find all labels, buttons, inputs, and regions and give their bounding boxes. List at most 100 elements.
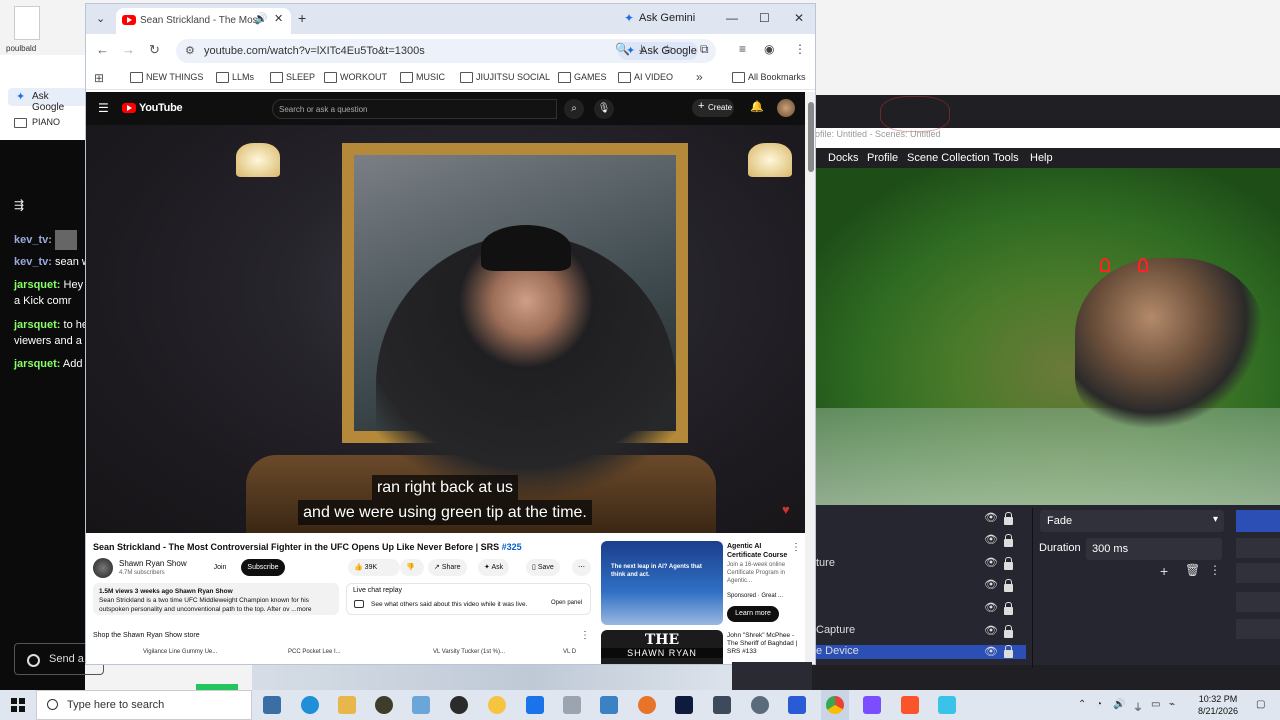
join-button[interactable]: Join <box>207 560 233 576</box>
ad-more-icon[interactable]: ⋮ <box>791 542 801 553</box>
youtube-logo-text[interactable]: YouTube <box>139 102 183 114</box>
lock-icon[interactable] <box>1004 512 1013 525</box>
eye-icon[interactable]: 👁 <box>984 645 998 658</box>
hashtag-link[interactable]: #325 <box>502 542 522 552</box>
maximize-button[interactable]: ☐ <box>759 11 770 25</box>
ask-gemini-button[interactable]: Ask Gemini <box>618 10 698 28</box>
profile-icon[interactable]: ◉ <box>764 42 774 56</box>
apps-grid-icon[interactable]: ⊞ <box>94 71 104 85</box>
clock[interactable]: 10:32 PM 8/21/2026 <box>1190 693 1246 717</box>
tray-chevron-icon[interactable]: ⌃ <box>1078 699 1086 710</box>
close-icon[interactable]: ✕ <box>274 12 283 25</box>
microphone-icon[interactable]: 🎙 <box>594 99 614 119</box>
eye-icon[interactable]: 👁 <box>984 533 998 546</box>
left-bookmark-piano[interactable]: PIANO <box>14 117 60 128</box>
reload-icon[interactable]: ↻ <box>149 42 160 58</box>
bookmark-folder[interactable]: GAMES <box>558 72 607 83</box>
lock-icon[interactable] <box>1004 534 1013 547</box>
shop-item[interactable]: Vigilance Line Gummy Ue... <box>143 649 217 655</box>
trash-icon[interactable]: 🗑 <box>1185 563 1200 577</box>
zoom-icon[interactable]: 🔍 <box>615 42 630 56</box>
hamburger-menu-icon[interactable]: ☰ <box>98 101 109 115</box>
youtube-logo-icon[interactable] <box>122 103 136 113</box>
bookmark-folder[interactable]: MUSIC <box>400 72 445 83</box>
obs-control-button[interactable] <box>1236 563 1280 583</box>
bookmark-star-icon[interactable]: ☆ <box>662 42 673 56</box>
lock-icon[interactable] <box>1004 557 1013 570</box>
bookmark-folder[interactable]: LLMs <box>216 72 254 83</box>
media-icon[interactable]: ≡ <box>739 42 746 56</box>
shop-item[interactable]: VL D <box>563 649 576 655</box>
obs-source-item[interactable]: Capture <box>816 624 855 636</box>
app-icon[interactable] <box>412 696 430 714</box>
volume-icon[interactable]: 🔊 <box>1113 699 1125 710</box>
recommended-thumbnail[interactable]: THE SHAWN RYAN <box>601 630 723 664</box>
desktop-file-icon[interactable] <box>14 6 40 40</box>
edge-icon[interactable] <box>301 696 319 714</box>
save-button[interactable]: ▯ Save <box>526 559 560 576</box>
obs-menu-profile[interactable]: Profile <box>867 152 898 164</box>
bookmark-folder[interactable]: NEW THINGS <box>130 72 203 83</box>
user-avatar[interactable] <box>777 99 795 117</box>
obs-control-button[interactable] <box>1236 538 1280 558</box>
eye-icon[interactable]: 👁 <box>984 556 998 569</box>
usb-icon[interactable]: ⏚ <box>1133 699 1143 714</box>
search-icon[interactable]: ⌕ <box>564 99 584 119</box>
bookmarks-overflow-button[interactable]: » <box>696 70 703 84</box>
speaker-icon[interactable]: 🔊 <box>254 12 268 25</box>
left-ask-google-button[interactable]: Ask Google <box>8 88 88 113</box>
install-icon[interactable]: ⤓ <box>639 42 644 57</box>
close-window-button[interactable]: ✕ <box>794 11 804 25</box>
forward-arrow-icon[interactable]: → <box>122 42 135 57</box>
minimize-button[interactable]: — <box>726 11 738 25</box>
video-description[interactable]: 1.5M views 3 weeks ago Shawn Ryan Show S… <box>93 583 339 615</box>
create-button[interactable]: Create <box>692 99 734 117</box>
eye-icon[interactable]: 👁 <box>984 624 998 637</box>
all-bookmarks-folder[interactable]: All Bookmarks <box>732 72 806 83</box>
obs-menu-tools[interactable]: Tools <box>993 152 1019 164</box>
app-icon[interactable] <box>713 696 731 714</box>
network-icon[interactable]: ⌁ <box>1169 699 1175 710</box>
bookmark-folder[interactable]: AI VIDEO <box>618 72 673 83</box>
scrollbar-thumb[interactable] <box>808 102 814 172</box>
address-bar[interactable]: ⚙ youtube.com/watch?v=lXITc4Eu5To&t=1300… <box>176 39 716 63</box>
obs-menu-docks[interactable]: Docks <box>828 152 859 164</box>
obs-control-button[interactable] <box>1236 592 1280 612</box>
ask-button[interactable]: ✦ Ask <box>478 559 510 576</box>
taskbar-search-input[interactable]: Type here to search <box>36 690 252 720</box>
eye-icon[interactable]: 👁 <box>984 578 998 591</box>
youtube-search-input[interactable]: Search or ask a question <box>272 99 557 119</box>
docs-icon[interactable] <box>526 696 544 714</box>
bulb-icon[interactable] <box>488 696 506 714</box>
brave-icon[interactable] <box>901 696 919 714</box>
obs-source-item[interactable]: ture <box>816 557 835 569</box>
app-icon[interactable] <box>863 696 881 714</box>
tray-app-icon[interactable]: ◔ <box>1096 699 1102 710</box>
more-actions-button[interactable]: ⋯ <box>572 559 591 576</box>
shop-more-icon[interactable]: ⋮ <box>580 630 590 641</box>
subscribe-button[interactable]: Subscribe <box>241 559 285 576</box>
bookmark-folder[interactable]: WORKOUT <box>324 72 387 83</box>
recommended-title[interactable]: John "Shrek" McPhee - The Sheriff of Bag… <box>727 632 803 656</box>
app-icon[interactable] <box>375 696 393 714</box>
notification-icon[interactable]: ▢ <box>1256 699 1265 710</box>
kebab-menu-icon[interactable]: ⋮ <box>794 42 806 56</box>
channel-name[interactable]: Shawn Ryan Show <box>119 559 187 568</box>
obs-preview[interactable] <box>805 168 1280 505</box>
channel-avatar[interactable] <box>93 558 113 578</box>
eye-icon[interactable]: 👁 <box>984 511 998 524</box>
shop-item[interactable]: VL Varsity Tucker (1st %)... <box>433 649 505 655</box>
file-explorer-icon[interactable] <box>338 696 356 714</box>
ask-google-button[interactable]: Ask Google <box>618 42 698 60</box>
like-button[interactable]: 👍 39K <box>348 559 400 576</box>
extensions-icon[interactable]: ⧉ <box>700 42 709 57</box>
monitor-icon[interactable]: ▭ <box>1151 699 1160 710</box>
app-icon[interactable] <box>751 696 769 714</box>
page-scrollbar[interactable] <box>805 92 815 664</box>
lock-icon[interactable] <box>1004 645 1013 658</box>
obs-icon[interactable] <box>450 696 468 714</box>
ad-title[interactable]: Agentic AI Certificate Course <box>727 542 797 560</box>
shop-item[interactable]: PCC Pocket Lee I... <box>288 649 341 655</box>
app-icon[interactable] <box>938 696 956 714</box>
lock-icon[interactable] <box>1004 579 1013 592</box>
